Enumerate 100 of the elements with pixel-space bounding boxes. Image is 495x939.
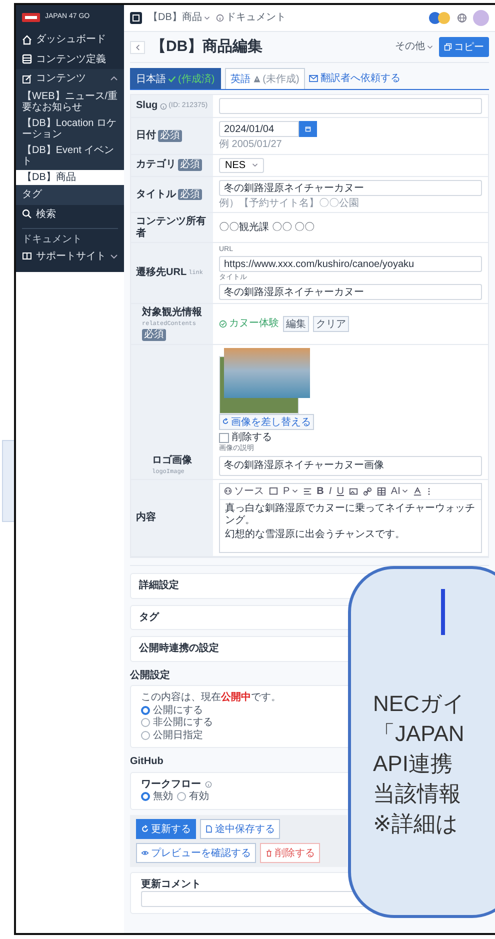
copy-icon: [444, 43, 452, 51]
radio-label: 有効: [189, 791, 209, 803]
radio-button[interactable]: [177, 792, 186, 802]
nav-subitem[interactable]: 【DB】商品: [16, 170, 124, 185]
caret-icon: [110, 254, 118, 259]
caret-icon: [427, 45, 433, 49]
edit-button[interactable]: 編集: [283, 316, 309, 332]
back-button[interactable]: [130, 40, 145, 54]
radio-button[interactable]: [141, 730, 150, 740]
required-badge: 必須: [158, 130, 182, 142]
section-heading: GitHub: [130, 756, 164, 768]
nav-item[interactable]: コンテンツ定義: [16, 50, 124, 69]
clear-button[interactable]: クリア: [313, 316, 349, 332]
nav-item[interactable]: タグ: [16, 185, 124, 204]
italic-button[interactable]: I: [328, 486, 332, 498]
language-tab[interactable]: 英語 (未作成): [224, 68, 306, 89]
warning-icon: [252, 75, 261, 83]
publish-status: この内容は、現在公開中です。: [141, 692, 281, 704]
radio-label: 非公開にする: [153, 717, 213, 729]
field-label: 内容: [136, 512, 156, 524]
edit-icon: [22, 74, 32, 84]
refresh-icon: [141, 824, 149, 833]
underline-button[interactable]: U: [336, 486, 344, 498]
app-icon[interactable]: [130, 12, 142, 24]
more-dropdown[interactable]: その他: [395, 41, 433, 53]
section-label: ドキュメント: [21, 233, 83, 246]
nav-subitem[interactable]: 【DB】Location ロケーション: [16, 116, 124, 142]
owner-value: 〇〇観光課 〇〇 〇〇: [219, 222, 316, 234]
align-icon[interactable]: [302, 486, 312, 496]
info-icon: [216, 14, 224, 22]
slug-field[interactable]: [219, 98, 482, 114]
link-title-field[interactable]: 冬の釧路湿原ネイチャーカヌー: [219, 284, 482, 300]
callout-text: 「JAPAN: [373, 720, 466, 748]
rich-text-editor[interactable]: ソース P B I U AI 真っ白な釧路湿原でカヌーに乗ってネイチャーウォッチング。 幻想的な雪湿原に出会うチャンスです。: [219, 482, 482, 554]
caret-icon: [252, 163, 258, 167]
request-translation-link[interactable]: 翻訳者へ依頼する: [309, 72, 400, 84]
field-label: カテゴリ: [136, 159, 176, 171]
radio-label: 公開にする: [153, 704, 203, 716]
link-icon[interactable]: [362, 486, 372, 496]
nav-item[interactable]: 検索: [16, 204, 124, 224]
document-icon: [205, 824, 213, 833]
info-icon: [205, 780, 212, 788]
callout-text: 当該情報: [373, 780, 462, 808]
docs-link[interactable]: ドキュメント: [216, 12, 286, 24]
field-label: 更新コメント: [141, 878, 201, 890]
info-icon: [160, 102, 167, 110]
radio-label: 無効: [153, 791, 173, 803]
paragraph-dropdown[interactable]: P: [283, 486, 298, 498]
replace-image-button[interactable]: 画像を差し替える: [219, 414, 314, 430]
nav-item[interactable]: ダッシュボード: [16, 30, 124, 50]
refresh-icon: [222, 418, 229, 426]
action-button[interactable]: 更新する: [136, 818, 196, 839]
required-badge: 必須: [178, 159, 202, 171]
nav-subitem[interactable]: 【WEB】ニュース/重要なお知らせ: [16, 88, 124, 116]
radio-button[interactable]: [141, 706, 150, 715]
avatar-group-icon[interactable]: [429, 12, 451, 24]
required-badge: 必須: [178, 188, 202, 200]
field-label: ワークフロー: [141, 778, 201, 790]
callout-text: ※詳細は: [373, 810, 460, 838]
url-field[interactable]: https://www.xxx.com/kushiro/canoe/yoyaku: [219, 256, 482, 272]
bold-button[interactable]: B: [316, 486, 324, 498]
action-button[interactable]: 削除する: [260, 842, 320, 863]
calendar-button[interactable]: [299, 121, 317, 137]
copy-button[interactable]: コピー: [439, 37, 489, 57]
search-icon: [22, 209, 32, 220]
field-hint: 例）【予約サイト名】〇〇公園: [219, 198, 360, 209]
database-icon: [22, 54, 32, 64]
home-icon: [22, 34, 32, 45]
globe-icon[interactable]: [457, 13, 467, 23]
checkbox-label: 削除する: [232, 432, 272, 444]
check-icon: [168, 75, 176, 83]
text-color-icon[interactable]: [413, 486, 422, 496]
image-icon[interactable]: [348, 486, 358, 496]
required-badge: 必須: [142, 329, 166, 341]
breadcrumb-dropdown[interactable]: 【DB】商品: [148, 12, 210, 24]
nav-group[interactable]: コンテンツ: [16, 69, 124, 88]
book-icon: [22, 251, 32, 262]
logo-icon: [22, 13, 40, 22]
mail-icon: [309, 75, 318, 82]
radio-button[interactable]: [141, 792, 150, 802]
fullscreen-icon[interactable]: [269, 486, 278, 496]
language-tab[interactable]: 日本語 (作成済): [130, 68, 221, 89]
nav-item[interactable]: サポートサイト: [16, 246, 124, 266]
more-icon[interactable]: [427, 486, 432, 496]
checkbox[interactable]: [219, 432, 229, 443]
table-icon[interactable]: [376, 486, 386, 496]
action-button[interactable]: プレビューを確認する: [136, 842, 256, 863]
radio-button[interactable]: [141, 718, 150, 728]
ai-dropdown[interactable]: AI: [390, 486, 408, 498]
nav-subitem[interactable]: 【DB】Event イベント: [16, 142, 124, 170]
date-field[interactable]: 2024/01/04: [219, 121, 299, 137]
category-select[interactable]: NES: [219, 158, 264, 172]
trash-icon: [265, 848, 273, 857]
caret-icon: [204, 16, 210, 20]
title-field[interactable]: 冬の釧路湿原ネイチャーカヌー: [219, 180, 482, 196]
source-button[interactable]: ソース: [224, 486, 264, 498]
accent-bar: [441, 589, 445, 635]
caption-field[interactable]: 冬の釧路湿原ネイチャーカヌー画像: [219, 456, 482, 476]
caret-icon: [292, 489, 298, 494]
action-button[interactable]: 途中保存する: [200, 818, 280, 839]
